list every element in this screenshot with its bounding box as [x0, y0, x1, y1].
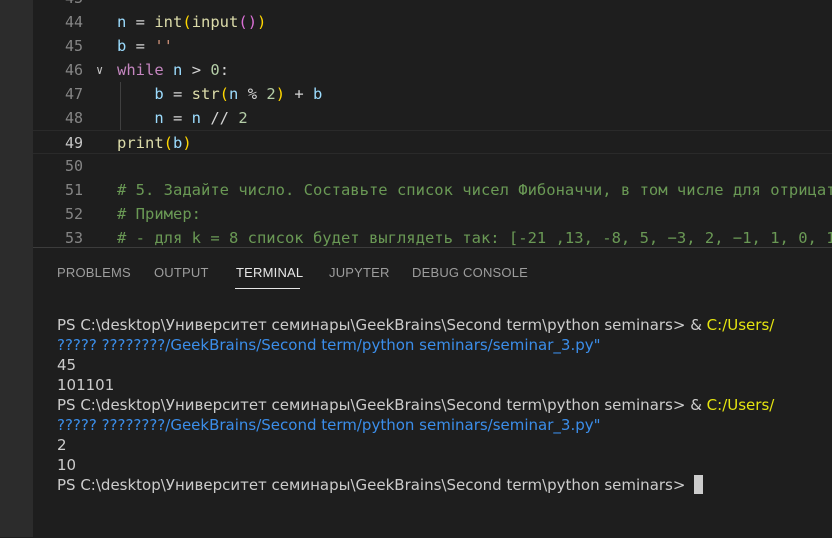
- terminal-line: 101101: [57, 376, 115, 394]
- code-text: print(b): [117, 134, 192, 152]
- tab-jupyter[interactable]: JUPYTER: [329, 265, 390, 280]
- terminal-line: ????? ????????/GeekBrains/Second term/py…: [57, 416, 601, 434]
- line-number: 51: [64, 181, 83, 199]
- code-text: b = '': [117, 37, 174, 55]
- fold-chevron-icon[interactable]: ∨: [96, 58, 103, 82]
- editor-line[interactable]: 47 b = str(n % 2) + b: [33, 82, 832, 106]
- code-text: # Пример:: [117, 205, 201, 223]
- terminal-prompt-line: PS C:\desktop\Университет семинары\GeekB…: [57, 475, 704, 494]
- code-text: while n > 0:: [117, 61, 230, 79]
- editor-line[interactable]: 45 b = '': [33, 34, 832, 58]
- terminal-line: 10: [57, 456, 77, 474]
- code-text: # - для k = 8 список будет выглядеть так…: [117, 229, 832, 247]
- line-number: 49: [64, 134, 83, 152]
- terminal-cursor: [694, 475, 704, 494]
- line-number: 53: [64, 229, 83, 247]
- editor-line[interactable]: 50: [33, 154, 832, 178]
- terminal-line: ????? ????????/GeekBrains/Second term/py…: [57, 336, 601, 354]
- terminal-line: 45: [57, 356, 77, 374]
- line-number: 45: [64, 37, 83, 55]
- editor-line[interactable]: 52 # Пример:: [33, 202, 832, 226]
- line-number: 48: [64, 109, 83, 127]
- code-text: n = int(input()): [117, 13, 267, 31]
- editor-line-partial: 43: [33, 0, 832, 10]
- code-text: n = n // 2: [154, 109, 248, 127]
- editor-line[interactable]: 46 ∨ while n > 0:: [33, 58, 832, 82]
- line-number: 50: [64, 157, 83, 175]
- tab-terminal[interactable]: TERMINAL: [236, 265, 303, 280]
- editor-line[interactable]: 51 # 5. Задайте число. Составьте список ч…: [33, 178, 832, 202]
- terminal-line: 2: [57, 436, 67, 454]
- panel-tabs: PROBLEMS OUTPUT TERMINAL JUPYTER DEBUG C…: [33, 248, 832, 292]
- line-number: 43: [33, 0, 83, 10]
- editor-line[interactable]: 44 n = int(input()): [33, 10, 832, 34]
- line-number: 44: [64, 13, 83, 31]
- editor-line[interactable]: 48 n = n // 2: [33, 106, 832, 130]
- code-text: b = str(n % 2) + b: [154, 85, 323, 103]
- tab-problems[interactable]: PROBLEMS: [57, 265, 131, 280]
- line-number: 52: [64, 205, 83, 223]
- tab-debug-console[interactable]: DEBUG CONSOLE: [412, 265, 528, 280]
- terminal-line: PS C:\desktop\Университет семинары\GeekB…: [57, 316, 775, 334]
- editor-line[interactable]: 53 # - для k = 8 список будет выглядеть т…: [33, 226, 832, 247]
- tab-terminal-underline: [235, 288, 300, 289]
- bottom-panel: PROBLEMS OUTPUT TERMINAL JUPYTER DEBUG C…: [33, 247, 832, 538]
- activity-bar: [0, 0, 33, 537]
- line-number: 47: [64, 85, 83, 103]
- code-editor[interactable]: 43 44 n = int(input()) 45 b = '' 46 ∨ while n …: [33, 0, 832, 247]
- code-text: # 5. Задайте число. Составьте список чис…: [117, 181, 832, 199]
- terminal-line: PS C:\desktop\Университет семинары\GeekB…: [57, 396, 775, 414]
- tab-output[interactable]: OUTPUT: [154, 265, 209, 280]
- editor-line[interactable]: 49 print(b): [33, 130, 832, 154]
- indent-guide: [120, 82, 121, 130]
- terminal-output[interactable]: PS C:\desktop\Университет семинары\GeekB…: [57, 315, 774, 495]
- line-number: 46: [64, 61, 83, 79]
